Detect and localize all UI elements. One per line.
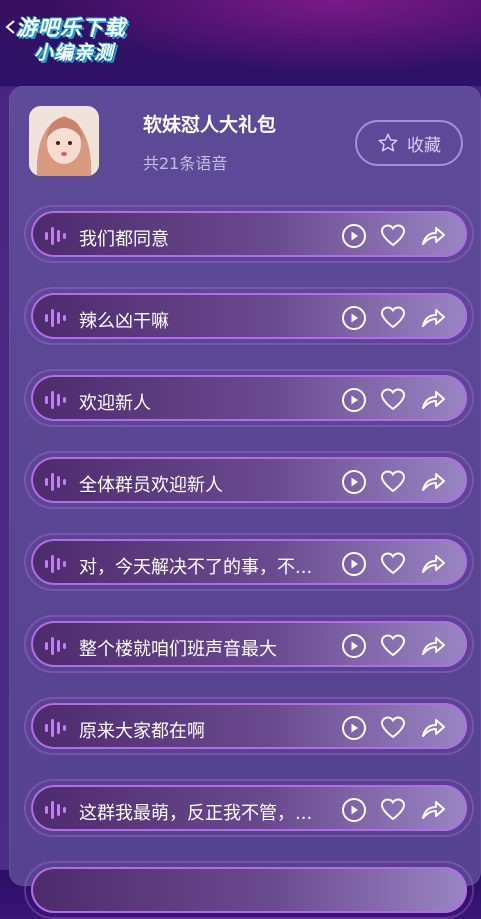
- play-icon[interactable]: [341, 551, 367, 577]
- item-label: 原来大家都在啊: [79, 721, 205, 742]
- item-label: 欢迎新人: [79, 393, 151, 414]
- audio-wave-icon: [45, 473, 66, 491]
- audio-wave-icon: [45, 719, 66, 737]
- play-icon[interactable]: [341, 305, 367, 331]
- heart-icon[interactable]: [380, 305, 406, 331]
- item-label: 整个楼就咱们班声音最大: [79, 639, 277, 660]
- heart-icon[interactable]: [380, 797, 406, 823]
- share-icon[interactable]: [420, 387, 446, 413]
- voice-pack-panel: 软妹怼人大礼包 共21条语音 收藏 我们都同意 辣么凶干嘛 欢迎新人 全体群员欢…: [9, 86, 481, 919]
- star-icon: [378, 133, 398, 152]
- audio-wave-icon: [45, 801, 66, 819]
- heart-icon[interactable]: [380, 387, 406, 413]
- play-icon[interactable]: [341, 797, 367, 823]
- audio-wave-icon: [45, 391, 66, 409]
- heart-icon[interactable]: [380, 551, 406, 577]
- heart-icon[interactable]: [380, 223, 406, 249]
- play-icon[interactable]: [341, 633, 367, 659]
- app-logo: 游吧乐下载 小编亲测: [16, 8, 156, 66]
- list-item[interactable]: 全体群员欢迎新人: [24, 451, 474, 509]
- favorite-button[interactable]: 收藏: [355, 120, 463, 166]
- item-label: 对，今天解决不了的事，不...: [79, 557, 313, 578]
- list-item[interactable]: 我们都同意: [24, 205, 474, 263]
- audio-wave-icon: [45, 637, 66, 655]
- pack-avatar: [29, 106, 99, 176]
- audio-wave-icon: [45, 309, 66, 327]
- list-item[interactable]: 原来大家都在啊: [24, 697, 474, 755]
- heart-icon[interactable]: [380, 715, 406, 741]
- favorite-label: 收藏: [407, 135, 441, 156]
- item-label: 全体群员欢迎新人: [79, 475, 223, 496]
- pack-count: 共21条语音: [143, 154, 228, 173]
- share-icon[interactable]: [420, 469, 446, 495]
- share-icon[interactable]: [420, 551, 446, 577]
- play-icon[interactable]: [341, 469, 367, 495]
- share-icon[interactable]: [420, 715, 446, 741]
- logo-line2: 小编亲测: [34, 42, 115, 64]
- list-item[interactable]: 整个楼就咱们班声音最大: [24, 615, 474, 673]
- audio-wave-icon: [45, 227, 66, 245]
- share-icon[interactable]: [420, 223, 446, 249]
- share-icon[interactable]: [420, 633, 446, 659]
- list-item[interactable]: 这群我最萌，反正我不管，...: [24, 779, 474, 837]
- item-label: 我们都同意: [79, 229, 169, 250]
- list-item[interactable]: 欢迎新人: [24, 369, 474, 427]
- heart-icon[interactable]: [380, 469, 406, 495]
- top-bar: 游吧乐下载 小编亲测: [0, 0, 481, 86]
- list-item[interactable]: 辣么凶干嘛: [24, 287, 474, 345]
- item-label: 这群我最萌，反正我不管，...: [79, 803, 313, 824]
- heart-icon[interactable]: [380, 633, 406, 659]
- share-icon[interactable]: [420, 797, 446, 823]
- list-item[interactable]: 对，今天解决不了的事，不...: [24, 533, 474, 591]
- audio-wave-icon: [45, 555, 66, 573]
- share-icon[interactable]: [420, 305, 446, 331]
- pack-title: 软妹怼人大礼包: [143, 114, 277, 136]
- play-icon[interactable]: [341, 387, 367, 413]
- play-icon[interactable]: [341, 715, 367, 741]
- item-label: 辣么凶干嘛: [79, 311, 169, 332]
- play-icon[interactable]: [341, 223, 367, 249]
